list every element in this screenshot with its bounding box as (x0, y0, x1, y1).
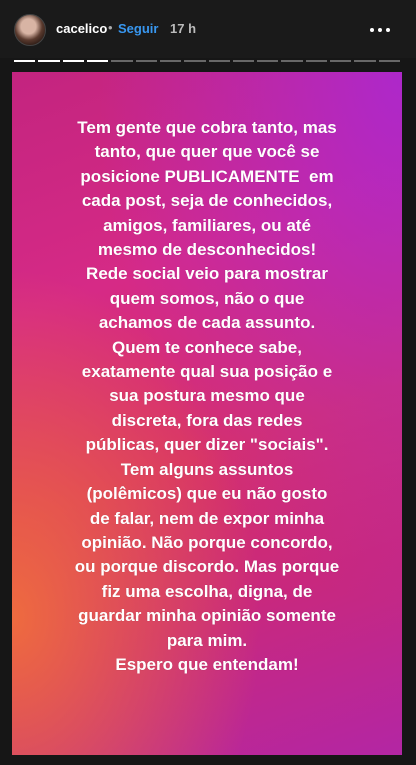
progress-segment (38, 60, 60, 62)
story-line: sua postura mesmo que (109, 386, 305, 406)
progress-segment (305, 60, 328, 62)
story-line: mesmo de desconhecidos! (97, 240, 317, 260)
story-line: (polêmicos) que eu não gosto (86, 484, 328, 504)
progress-segment (354, 60, 376, 62)
story-line: cada post, seja de conhecidos, (81, 191, 333, 211)
more-dots-icon[interactable] (370, 28, 390, 32)
story-line: Tem alguns assuntos (120, 459, 294, 479)
separator-dot: • (108, 20, 113, 35)
post-time: 17 h (170, 21, 197, 36)
progress-segment (159, 60, 182, 62)
story-header: cacelico • Seguir 17 h (0, 0, 416, 58)
progress-segment (378, 60, 400, 62)
follow-button[interactable]: Seguir (118, 21, 158, 36)
story-line: exatamente qual sua posição e (81, 362, 333, 382)
story-line: públicas, quer dizer "sociais". (85, 435, 329, 455)
story-line: posicione PUBLICAMENTE em (80, 166, 334, 186)
story-line: achamos de cada assunto. (98, 313, 316, 333)
progress-segment (208, 60, 230, 62)
story-line: fiz uma escolha, digna, de (101, 581, 313, 601)
story-line: de falar, nem de expor minha (89, 508, 325, 528)
progress-segment (232, 60, 255, 62)
story-line: Espero que entendam! (115, 654, 299, 674)
story-line: quem somos, não o que (109, 288, 305, 308)
story-line: Tem gente que cobra tanto, mas (77, 118, 337, 137)
story-line: discreta, fora das redes (111, 410, 303, 430)
progress-segment (62, 60, 84, 62)
story-line: opinião. Não porque concordo, (81, 532, 333, 552)
progress-segment (184, 60, 206, 62)
story-text: Tem gente que cobra tanto, mas tanto, qu… (12, 116, 402, 677)
story-line: Quem te conhece sabe, (112, 337, 302, 357)
progress-segment (86, 60, 109, 62)
story-progress-bar (14, 60, 400, 63)
story-line: ou porque discordo. Mas porque (74, 557, 340, 577)
progress-segment (257, 60, 279, 62)
progress-segment (111, 60, 133, 62)
story-line: guardar minha opinião somente (78, 606, 336, 626)
progress-segment (281, 60, 303, 62)
story-line: tanto, que quer que você se (94, 142, 320, 162)
story-content[interactable]: Tem gente que cobra tanto, mas tanto, qu… (12, 72, 402, 755)
progress-segment (330, 60, 352, 62)
avatar[interactable] (14, 14, 46, 46)
progress-segment (135, 60, 157, 62)
story-line: amigos, familiares, ou até (103, 215, 311, 235)
story-line: para mim. (166, 630, 248, 650)
story-line: Rede social veio para mostrar (86, 264, 328, 284)
username[interactable]: cacelico (56, 21, 107, 36)
progress-segment (14, 60, 36, 62)
